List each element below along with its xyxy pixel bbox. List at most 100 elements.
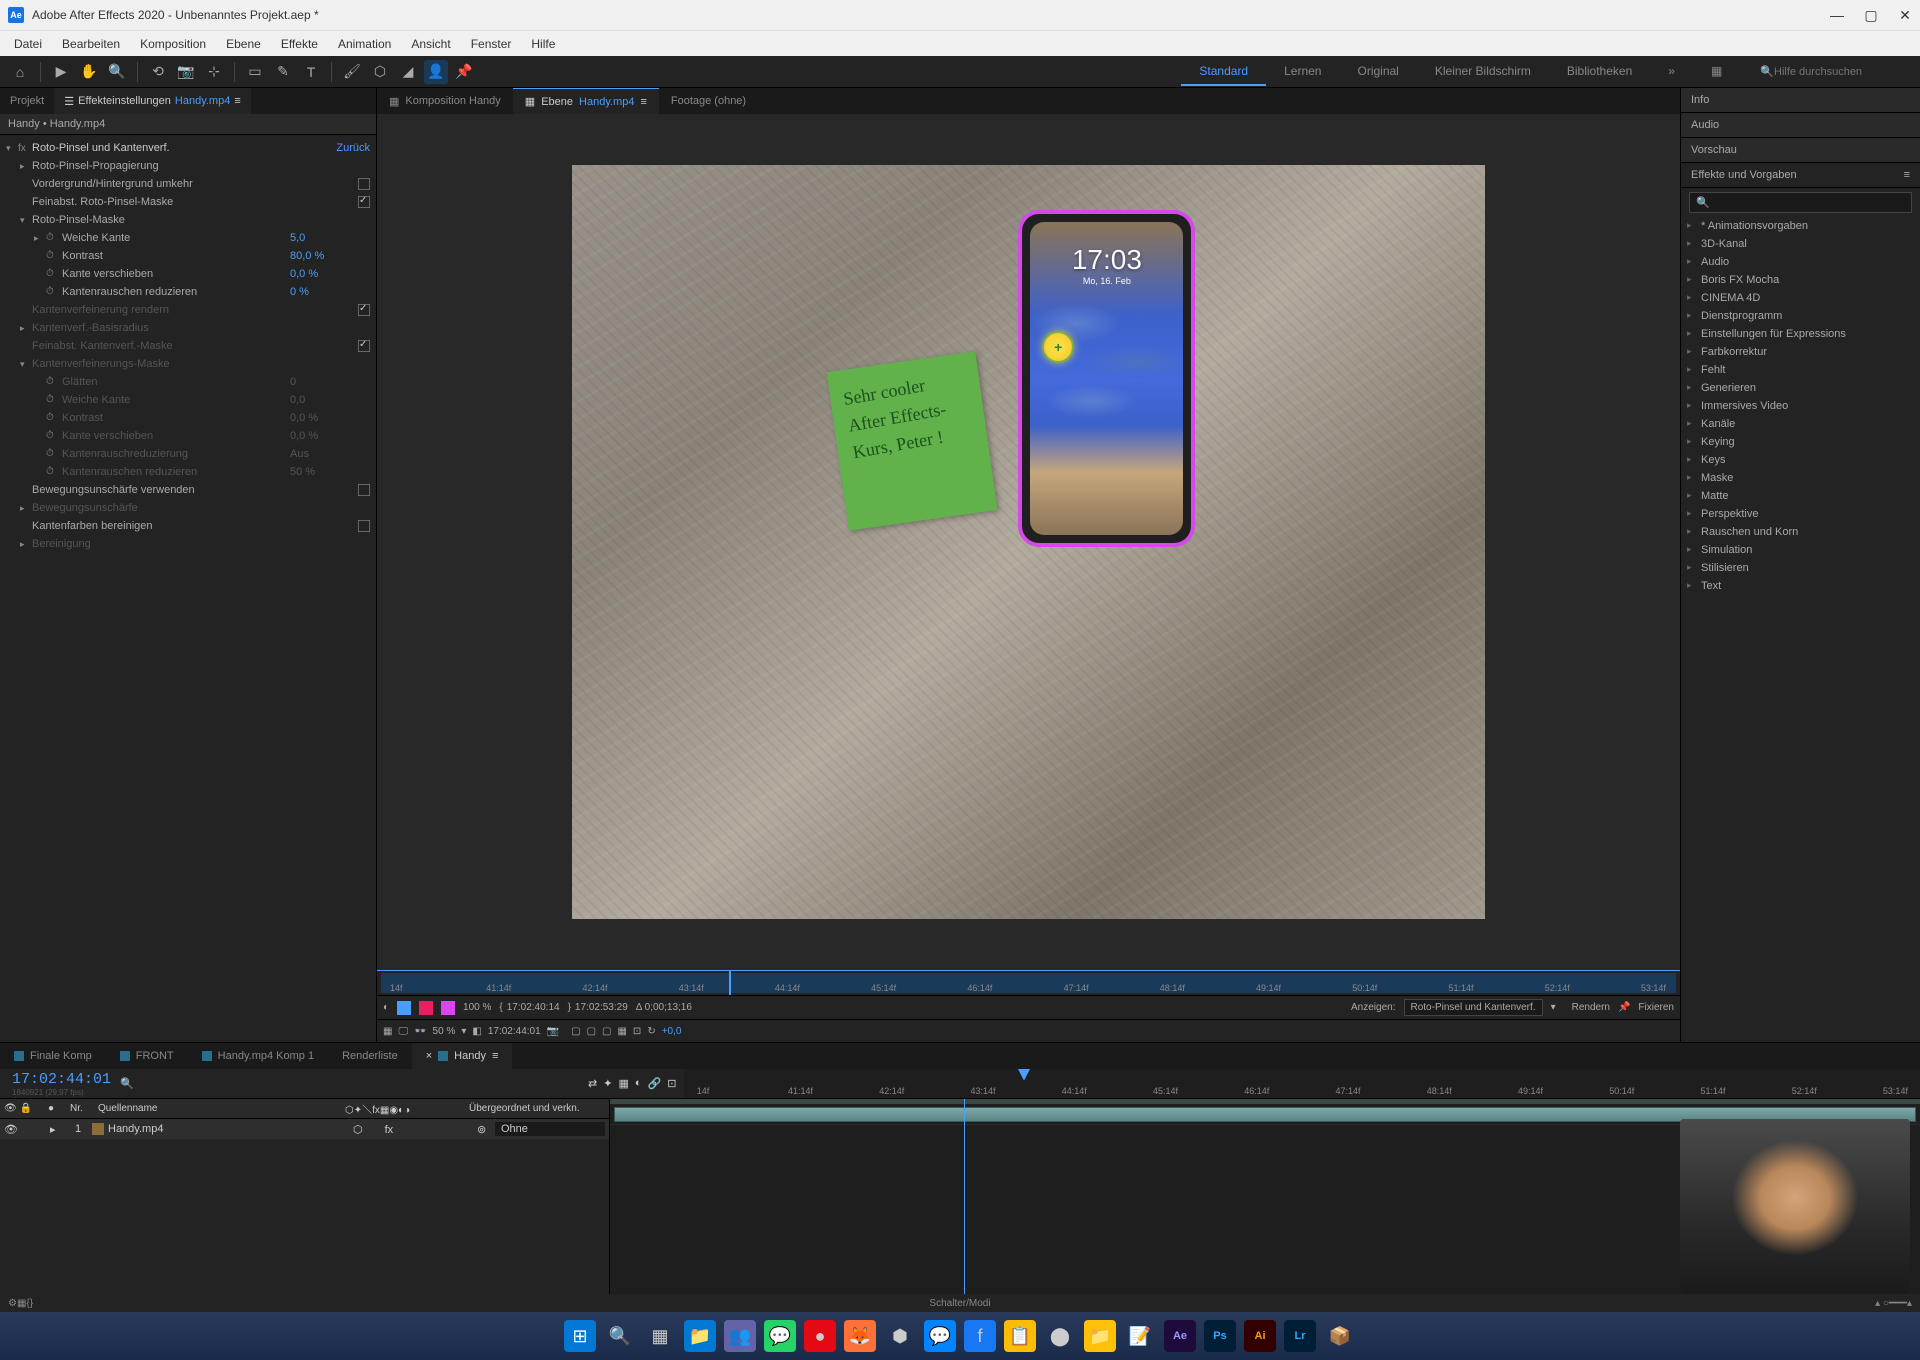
selection-tool-icon[interactable]: ▶ (49, 60, 73, 84)
menu-komposition[interactable]: Komposition (130, 33, 216, 55)
stopwatch-icon[interactable]: ⏱ (46, 466, 58, 478)
switches-mode-label[interactable]: Schalter/Modi (929, 1298, 990, 1309)
effects-category-item[interactable]: * Animationsvorgaben (1681, 217, 1920, 235)
viewer-mini-timeline[interactable]: 14f41:14f42:14f43:14f44:14f45:14f46:14f4… (377, 970, 1680, 996)
explorer-icon[interactable]: 📁 (684, 1320, 716, 1352)
current-time[interactable]: 17:02:44:01 (488, 1026, 541, 1037)
roto-brush-tool-icon[interactable]: 👤 (424, 60, 448, 84)
effects-category-item[interactable]: Rauschen und Korn (1681, 523, 1920, 541)
effect-name[interactable]: Roto-Pinsel und Kantenverf. (32, 142, 336, 154)
fg-color-icon[interactable] (397, 1001, 411, 1015)
menu-datei[interactable]: Datei (4, 33, 52, 55)
property-checkbox[interactable] (358, 520, 370, 532)
in-time[interactable]: 17:02:40:14 (507, 1002, 560, 1013)
effect-reset-link[interactable]: Zurück (336, 142, 370, 154)
bg-color-icon[interactable] (419, 1001, 433, 1015)
brush-tool-icon[interactable]: 🖌 (340, 60, 364, 84)
app-icon-red[interactable]: ● (804, 1320, 836, 1352)
tab-effekteinstellungen[interactable]: ☰ Effekteinstellungen Handy.mp4 ≡ (54, 88, 251, 114)
effects-category-item[interactable]: Generieren (1681, 379, 1920, 397)
search-timeline-icon[interactable]: 🔍 (120, 1077, 134, 1090)
parent-pickwhip-icon[interactable]: ⊚ (477, 1123, 491, 1136)
exposure-value[interactable]: +0,0 (662, 1026, 682, 1037)
mask-icon[interactable]: 👓 (414, 1026, 426, 1037)
property-value[interactable]: 0,0 % (290, 412, 370, 424)
effect-property-row[interactable]: ⏱Kante verschieben0,0 % (0, 265, 376, 283)
menu-bearbeiten[interactable]: Bearbeiten (52, 33, 130, 55)
effects-category-item[interactable]: Simulation (1681, 541, 1920, 559)
effect-property-row[interactable]: Kantenverfeinerung rendern (0, 301, 376, 319)
track-playhead[interactable] (964, 1099, 965, 1294)
effect-property-row[interactable]: ⏱Kantenrauschen reduzieren0 % (0, 283, 376, 301)
effects-category-item[interactable]: Keying (1681, 433, 1920, 451)
property-value[interactable]: 0,0 % (290, 430, 370, 442)
workspace-kleiner[interactable]: Kleiner Bildschirm (1417, 58, 1549, 86)
effects-category-item[interactable]: Matte (1681, 487, 1920, 505)
effects-category-item[interactable]: Kanäle (1681, 415, 1920, 433)
effect-property-row[interactable]: ⏱Kontrast80,0 % (0, 247, 376, 265)
effect-property-row[interactable]: Feinabst. Roto-Pinsel-Maske (0, 193, 376, 211)
comp-tab[interactable]: Finale Komp (0, 1043, 106, 1069)
camera-tool-icon[interactable]: 📷 (174, 60, 198, 84)
out-time[interactable]: 17:02:53:29 (575, 1002, 628, 1013)
viewer-tab-footage[interactable]: Footage (ohne) (659, 88, 758, 114)
col-parent[interactable]: Übergeordnet und verkn. (465, 1103, 605, 1114)
eraser-tool-icon[interactable]: ◢ (396, 60, 420, 84)
effect-property-row[interactable]: Kantenfarben bereinigen (0, 517, 376, 535)
parent-dropdown[interactable]: Ohne (495, 1122, 605, 1136)
effect-property-row[interactable]: Feinabst. Kantenverf.-Maske (0, 337, 376, 355)
property-value[interactable]: Aus (290, 448, 370, 460)
effect-property-row[interactable]: ▸⏱Weiche Kante5,0 (0, 229, 376, 247)
stopwatch-icon[interactable]: ⏱ (46, 376, 58, 388)
status-icon-2[interactable]: ▦ (17, 1298, 26, 1309)
effect-property-row[interactable]: ⏱KantenrauschreduzierungAus (0, 445, 376, 463)
effects-category-item[interactable]: Immersives Video (1681, 397, 1920, 415)
whatsapp-icon[interactable]: 💬 (764, 1320, 796, 1352)
col-source[interactable]: Quellenname (94, 1103, 337, 1114)
hand-tool-icon[interactable]: ✋ (77, 60, 101, 84)
workspace-bibliotheken[interactable]: Bibliotheken (1549, 58, 1650, 86)
visibility-toggle-icon[interactable]: 👁 (4, 1123, 18, 1136)
status-icon-3[interactable]: {} (26, 1298, 33, 1309)
property-checkbox[interactable] (358, 484, 370, 496)
close-button[interactable]: ✕ (1898, 8, 1912, 22)
stamp-tool-icon[interactable]: ⬡ (368, 60, 392, 84)
stopwatch-icon[interactable]: ⏱ (46, 412, 58, 424)
viewer-tab-komposition[interactable]: ▦Komposition Handy (377, 88, 513, 114)
comp-tab[interactable]: Renderliste (328, 1043, 412, 1069)
stopwatch-icon[interactable]: ⏱ (46, 448, 58, 460)
files-icon[interactable]: 📁 (1084, 1320, 1116, 1352)
effects-category-item[interactable]: Text (1681, 577, 1920, 595)
property-value[interactable]: 80,0 % (290, 250, 370, 262)
tl-icon-2[interactable]: ✦ (603, 1077, 612, 1090)
stopwatch-icon[interactable]: ⏱ (46, 232, 58, 244)
property-value[interactable]: 0,0 (290, 394, 370, 406)
comp-tab[interactable]: FRONT (106, 1043, 188, 1069)
property-checkbox[interactable] (358, 340, 370, 352)
tl-icon-4[interactable]: ◐ (635, 1077, 642, 1090)
transparency-icon[interactable]: ▦ (617, 1026, 626, 1037)
tl-icon-1[interactable]: ⇄ (588, 1077, 597, 1090)
property-value[interactable]: 0 (290, 376, 370, 388)
property-value[interactable]: 5,0 (290, 232, 370, 244)
effects-category-item[interactable]: Keys (1681, 451, 1920, 469)
effect-property-row[interactable]: ⏱Glätten0 (0, 373, 376, 391)
effects-category-item[interactable]: Audio (1681, 253, 1920, 271)
monitor-icon[interactable]: 🖵 (398, 1026, 408, 1037)
illustrator-icon[interactable]: Ai (1244, 1320, 1276, 1352)
grid-icon[interactable]: ▦ (383, 1026, 392, 1037)
tl-icon-6[interactable]: ⊡ (667, 1077, 676, 1090)
effect-property-row[interactable]: ▸Kantenverf.-Basisradius (0, 319, 376, 337)
effects-category-item[interactable]: Maske (1681, 469, 1920, 487)
facebook-icon[interactable]: f (964, 1320, 996, 1352)
timeline-ruler[interactable]: 14f41:14f42:14f43:14f44:14f45:14f46:14f4… (684, 1069, 1920, 1098)
layer-row[interactable]: 👁 ▸ 1 Handy.mp4 ⬡ fx ⊚ Ohne (0, 1119, 609, 1139)
stopwatch-icon[interactable]: ⏱ (46, 394, 58, 406)
puppet-tool-icon[interactable]: 📌 (452, 60, 476, 84)
effects-category-item[interactable]: Dienstprogramm (1681, 307, 1920, 325)
effect-property-row[interactable]: ⏱Kontrast0,0 % (0, 409, 376, 427)
region-icon[interactable]: ⊡ (633, 1026, 641, 1037)
start-icon[interactable]: ⊞ (564, 1320, 596, 1352)
effect-property-row[interactable]: ▸Bereinigung (0, 535, 376, 553)
layer-name[interactable]: Handy.mp4 (108, 1123, 163, 1135)
